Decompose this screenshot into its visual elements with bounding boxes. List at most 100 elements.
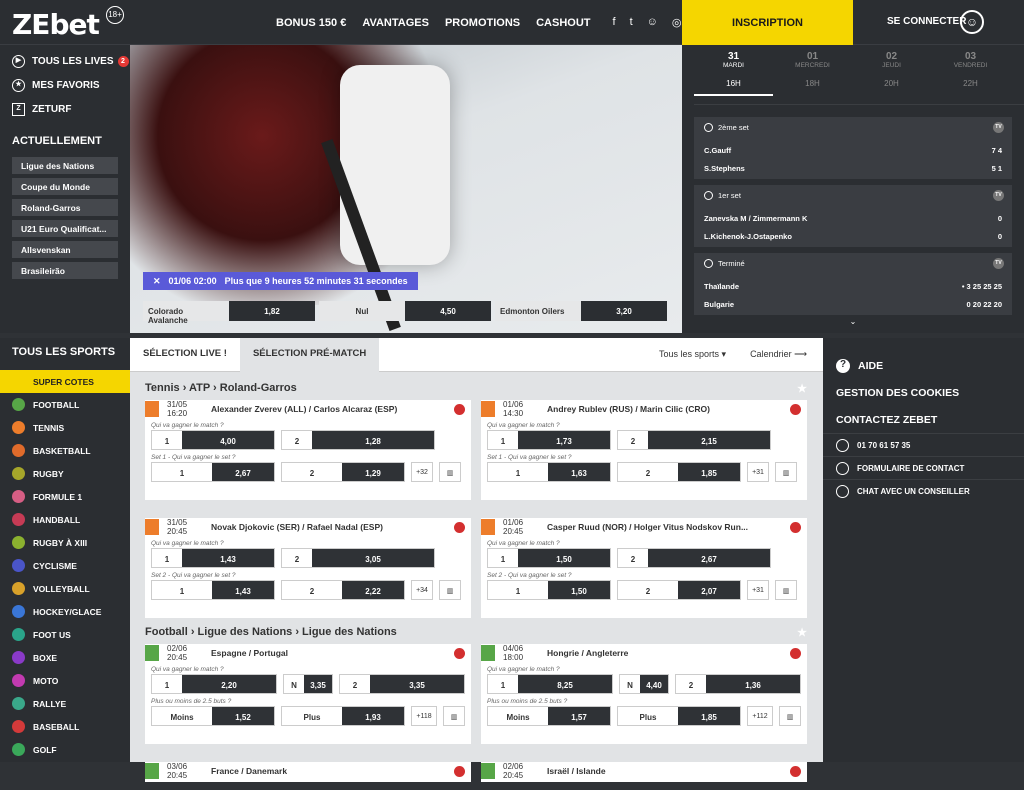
nav-cashout[interactable]: CASHOUT — [536, 17, 590, 29]
odd-button[interactable]: 1 2,20 — [151, 674, 277, 694]
sport-item[interactable]: BASEBALL — [0, 715, 130, 738]
odd-button[interactable]: 1 1,43 — [151, 580, 275, 600]
match-title[interactable]: Novak Djokovic (SER) / Rafael Nadal (ESP… — [211, 522, 383, 532]
match-title[interactable]: Casper Ruud (NOR) / Holger Vitus Nodskov… — [547, 522, 748, 532]
day-tab[interactable]: 03 VENDREDI — [931, 51, 1010, 69]
hour-tab[interactable]: 22H — [931, 79, 1010, 96]
contact-form-link[interactable]: FORMULAIRE DE CONTACT — [823, 456, 1024, 479]
odd-button[interactable]: Moins 1,57 — [487, 706, 611, 726]
chip-u21-euro[interactable]: U21 Euro Qualificat... — [12, 220, 118, 237]
sport-item[interactable]: TENNIS — [0, 416, 130, 439]
sport-item[interactable]: RALLYE — [0, 692, 130, 715]
more-bets-button[interactable]: +31 — [747, 462, 769, 482]
live-match-card[interactable]: Terminé TV Thaïlande • 3 25 25 25 Bulgari… — [694, 253, 1012, 315]
nav-avantages[interactable]: AVANTAGES — [362, 17, 429, 29]
match-title[interactable]: France / Danemark — [211, 766, 287, 776]
odd-button[interactable]: 2 1,28 — [281, 430, 435, 450]
odd-button[interactable]: 1 8,25 — [487, 674, 613, 694]
day-tab[interactable]: 02 JEUDI — [852, 51, 931, 69]
stats-icon[interactable]: ▥ — [775, 462, 797, 482]
odd-button[interactable]: Plus 1,93 — [281, 706, 405, 726]
odd-button[interactable]: 2 2,07 — [617, 580, 741, 600]
inscription-button[interactable]: INSCRIPTION — [682, 0, 853, 45]
match-title[interactable]: Israël / Islande — [547, 766, 606, 776]
user-icon[interactable]: ☺ — [960, 10, 984, 34]
hour-tab[interactable]: 16H — [694, 79, 773, 96]
odd-button[interactable]: 2 1,36 — [675, 674, 801, 694]
hour-tab[interactable]: 18H — [773, 79, 852, 96]
odd-button[interactable]: 2 1,85 — [617, 462, 741, 482]
star-icon[interactable]: ★ — [797, 626, 807, 639]
nav-promotions[interactable]: PROMOTIONS — [445, 17, 520, 29]
sport-item[interactable]: FOOTBALL — [0, 393, 130, 416]
chevron-down-icon[interactable]: ⌄ — [682, 317, 1024, 326]
odd-button[interactable]: 1 4,00 — [151, 430, 275, 450]
more-bets-button[interactable]: +34 — [411, 580, 433, 600]
stats-icon[interactable]: ▥ — [779, 706, 801, 726]
snapchat-icon[interactable]: ☺ — [647, 16, 658, 29]
odd-button[interactable]: 1 1,50 — [487, 548, 611, 568]
match-card[interactable]: 01/06 20:45 Casper Ruud (NOR) / Holger Vi… — [481, 518, 807, 618]
sport-item[interactable]: BOXE — [0, 646, 130, 669]
sport-item[interactable]: FOOT US — [0, 623, 130, 646]
nav-bonus[interactable]: BONUS 150 € — [276, 17, 346, 29]
match-title[interactable]: Alexander Zverev (ALL) / Carlos Alcaraz … — [211, 404, 397, 414]
match-card[interactable]: 04/06 18:00 Hongrie / Angleterre Qui va ga… — [481, 644, 807, 744]
chip-ligue-nations[interactable]: Ligue des Nations — [12, 157, 118, 174]
favorites-link[interactable]: ★ MES FAVORIS — [0, 73, 130, 97]
match-title[interactable]: Andrey Rublev (RUS) / Marin Cilic (CRO) — [547, 404, 710, 414]
odd-button[interactable]: Edmonton Oilers 3,20 — [495, 301, 667, 321]
match-title[interactable]: Espagne / Portugal — [211, 648, 288, 658]
odd-button[interactable]: 1 1,50 — [487, 580, 611, 600]
odd-button[interactable]: 1 1,73 — [487, 430, 611, 450]
odd-button[interactable]: 2 3,35 — [339, 674, 465, 694]
sport-item[interactable]: RUGBY — [0, 462, 130, 485]
sport-item[interactable]: HOCKEY/GLACE — [0, 600, 130, 623]
more-bets-button[interactable]: +118 — [411, 706, 437, 726]
match-card[interactable]: 02/06 20:45 Israël / Islande — [481, 762, 807, 782]
stats-icon[interactable]: ▥ — [775, 580, 797, 600]
more-bets-button[interactable]: +32 — [411, 462, 433, 482]
sport-item[interactable]: VOLLEYBALL — [0, 577, 130, 600]
odd-button[interactable]: N 4,40 — [619, 674, 669, 694]
match-card[interactable]: 01/06 14:30 Andrey Rublev (RUS) / Marin C… — [481, 400, 807, 500]
chat-link[interactable]: CHAT AVEC UN CONSEILLER — [823, 479, 1024, 502]
sport-item[interactable]: CYCLISME — [0, 554, 130, 577]
match-card[interactable]: 31/05 16:20 Alexander Zverev (ALL) / Carl… — [145, 400, 471, 500]
match-card[interactable]: 02/06 20:45 Espagne / Portugal Qui va gagn… — [145, 644, 471, 744]
star-icon[interactable]: ★ — [797, 382, 807, 395]
tab-prematch[interactable]: SÉLECTION PRÉ-MATCH — [239, 337, 380, 372]
match-card[interactable]: 03/06 20:45 France / Danemark — [145, 762, 471, 782]
odd-button[interactable]: 2 2,15 — [617, 430, 771, 450]
odd-button[interactable]: Nul 4,50 — [319, 301, 491, 321]
cookies-link[interactable]: GESTION DES COOKIES — [823, 379, 1024, 406]
sport-item[interactable]: BASKETBALL — [0, 439, 130, 462]
twitter-icon[interactable]: t — [630, 16, 633, 29]
instagram-icon[interactable]: ◎ — [672, 16, 682, 29]
odd-button[interactable]: N 3,35 — [283, 674, 333, 694]
odd-button[interactable]: 2 2,22 — [281, 580, 405, 600]
more-bets-button[interactable]: +31 — [747, 580, 769, 600]
chip-brasileirao[interactable]: Brasileirão — [12, 262, 118, 279]
all-sports-dropdown[interactable]: Tous les sports ▾ — [659, 349, 726, 360]
hour-tab[interactable]: 20H — [852, 79, 931, 96]
chip-allsvenskan[interactable]: Allsvenskan — [12, 241, 118, 258]
hero-banner[interactable]: ✕ 01/06 02:00 Plus que 9 heures 52 minut… — [130, 45, 682, 333]
chip-coupe-monde[interactable]: Coupe du Monde — [12, 178, 118, 195]
sport-item[interactable]: GOLF — [0, 738, 130, 761]
day-tab[interactable]: 31 MARDI — [694, 51, 773, 69]
match-title[interactable]: Hongrie / Angleterre — [547, 648, 628, 658]
match-card[interactable]: 31/05 20:45 Novak Djokovic (SER) / Rafael… — [145, 518, 471, 618]
stats-icon[interactable]: ▥ — [439, 580, 461, 600]
help-link[interactable]: ? AIDE — [823, 352, 1024, 379]
odd-button[interactable]: 1 1,63 — [487, 462, 611, 482]
zebet-logo[interactable]: ZEbet — [12, 8, 100, 41]
tab-live[interactable]: SÉLECTION LIVE ! — [130, 338, 240, 372]
more-bets-button[interactable]: +112 — [747, 706, 773, 726]
live-match-card[interactable]: 2ème set TV C.Gauff 7 4 S.Stephens 5 1 — [694, 117, 1012, 179]
odd-button[interactable]: 2 3,05 — [281, 548, 435, 568]
facebook-icon[interactable]: f — [613, 16, 616, 29]
chip-roland-garros[interactable]: Roland-Garros — [12, 199, 118, 216]
stats-icon[interactable]: ▥ — [443, 706, 465, 726]
sport-item[interactable]: RUGBY À XIII — [0, 531, 130, 554]
